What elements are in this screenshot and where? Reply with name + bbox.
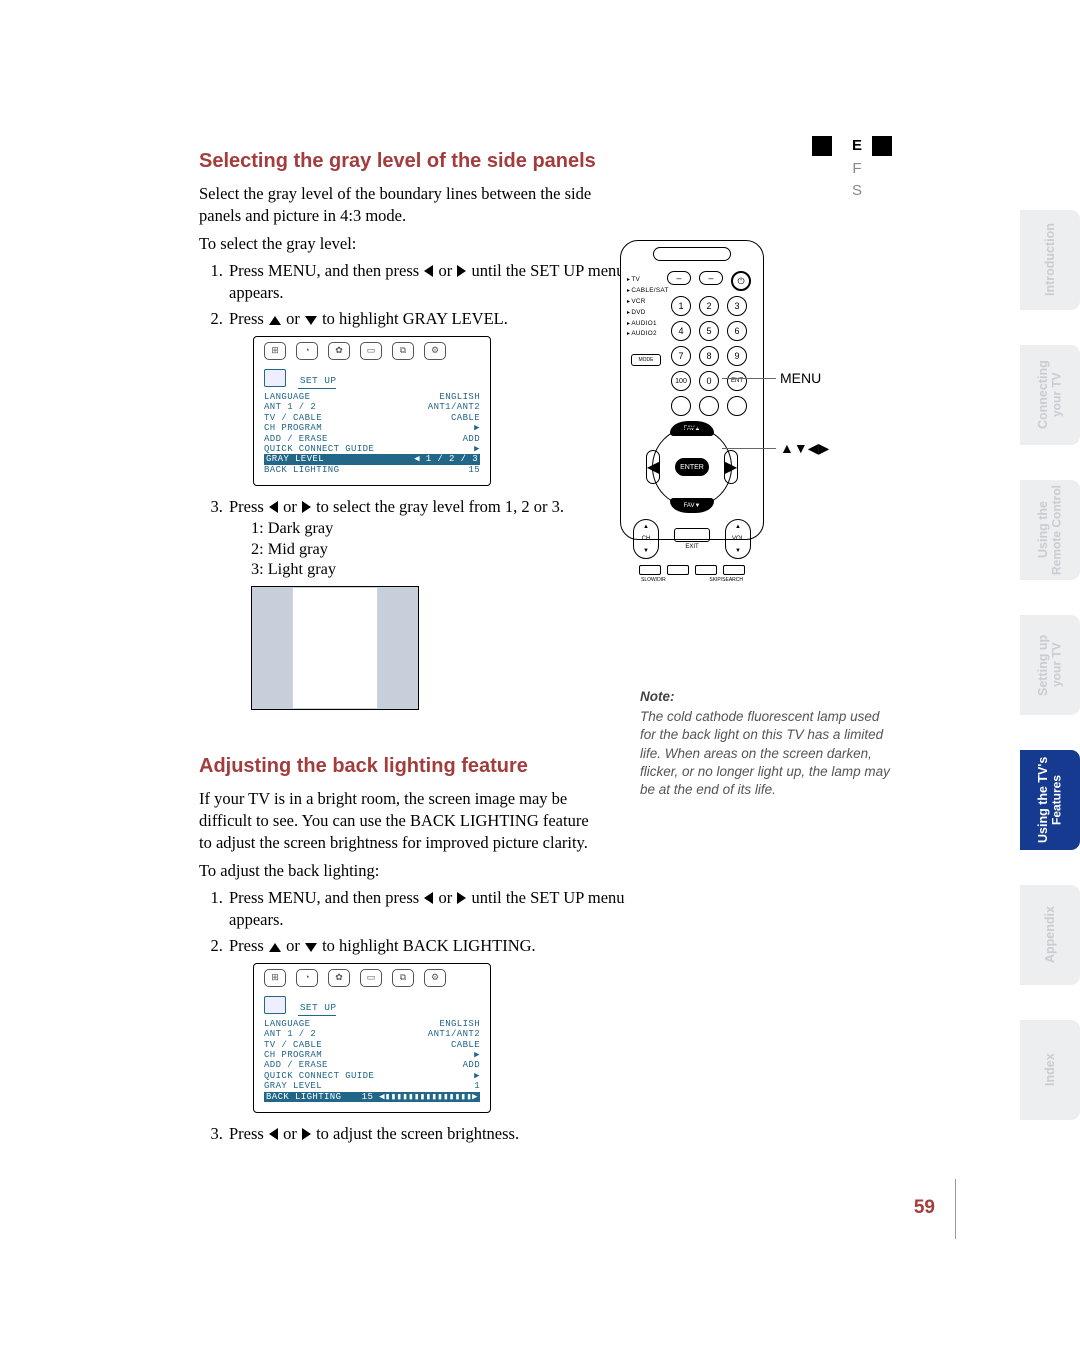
osd-tab-icon: ▭: [360, 342, 382, 360]
gray-option-3: 3: Light gray: [251, 559, 631, 580]
remote-small: [699, 396, 719, 416]
section2-steps: Press MENU, and then press or until the …: [227, 887, 631, 1144]
remote-small: [727, 396, 747, 416]
section1-steps: Press MENU, and then press or until the …: [227, 260, 631, 710]
callout-menu: MENU: [780, 370, 821, 386]
remote-small: [671, 396, 691, 416]
power-button: ⏻: [731, 271, 751, 291]
osd-tab-icon: ◔: [296, 342, 318, 360]
remote-wide-button: [674, 528, 710, 542]
tab-setting-up: Setting upyour TV: [1020, 615, 1080, 715]
gray-option-1: 1: Dark gray: [251, 518, 631, 539]
remote-illustration: TVCABLE/SAT VCRDVD AUDIO1AUDIO2 MODE ––⏻…: [620, 240, 764, 540]
remote-dpad: FAV▲ ◀ ▶ ENTER FAV▼: [646, 421, 738, 513]
tab-using-features: Using the TV'sFeatures: [1020, 750, 1080, 850]
triangle-up-icon: [269, 316, 281, 325]
osd-tab-icon: ⚙: [424, 969, 446, 987]
osd-tab-icon: ◔: [296, 969, 318, 987]
gray-option-2: 2: Mid gray: [251, 539, 631, 560]
remote-button: –: [699, 271, 723, 285]
dpad-right-icon: ▶: [724, 450, 738, 484]
section1-intro: Select the gray level of the boundary li…: [199, 183, 603, 254]
osd-tab-icon: ✿: [328, 969, 350, 987]
triangle-right-icon: [457, 265, 466, 277]
triangle-left-icon: [424, 265, 433, 277]
language-indicator: E F S: [812, 135, 902, 203]
triangle-right-icon: [302, 501, 311, 513]
triangle-left-icon: [269, 1128, 278, 1140]
side-tabs: Introduction Connectingyour TV Using the…: [1020, 210, 1080, 1120]
osd-tab-icon: ⧉: [392, 342, 414, 360]
section-heading-gray-level: Selecting the gray level of the side pan…: [199, 150, 1080, 173]
triangle-left-icon: [424, 892, 433, 904]
osd-setup-gray-level: ⊞ ◔ ✿ ▭ ⧉ ⚙ SET UP LANGUAGEENGLISH ANT 1…: [253, 336, 491, 486]
osd-tab-icon: ⊞: [264, 342, 286, 360]
gray-level-illustration: [251, 586, 419, 710]
section2-intro: If your TV is in a bright room, the scre…: [199, 788, 603, 881]
osd-tab-icon: ✿: [328, 342, 350, 360]
triangle-up-icon: [269, 943, 281, 952]
dpad-left-icon: ◀: [646, 450, 660, 484]
osd-tab-icon: ▭: [360, 969, 382, 987]
page-number: 59: [914, 1197, 935, 1219]
page-rule: [955, 1179, 956, 1239]
tab-remote: Using theRemote Control: [1020, 480, 1080, 580]
callout-arrows: ▲▼◀▶: [780, 440, 829, 457]
remote-button: –: [667, 271, 691, 285]
osd-tab-icon: ⚙: [424, 342, 446, 360]
triangle-down-icon: [305, 943, 317, 952]
triangle-right-icon: [302, 1128, 311, 1140]
osd-tab-icon: ⧉: [392, 969, 414, 987]
tab-introduction: Introduction: [1020, 210, 1080, 310]
triangle-right-icon: [457, 892, 466, 904]
triangle-down-icon: [305, 316, 317, 325]
osd-crt-icon: [264, 369, 286, 387]
tab-appendix: Appendix: [1020, 885, 1080, 985]
tab-index: Index: [1020, 1020, 1080, 1120]
osd-crt-icon: [264, 996, 286, 1014]
tab-connecting: Connectingyour TV: [1020, 345, 1080, 445]
osd-tab-icon: ⊞: [264, 969, 286, 987]
triangle-left-icon: [269, 501, 278, 513]
note-block: Note: The cold cathode fluorescent lamp …: [640, 688, 898, 799]
osd-setup-back-lighting: ⊞ ◔ ✿ ▭ ⧉ ⚙ SET UP LANGUAGEENGLISH ANT 1…: [253, 963, 491, 1113]
